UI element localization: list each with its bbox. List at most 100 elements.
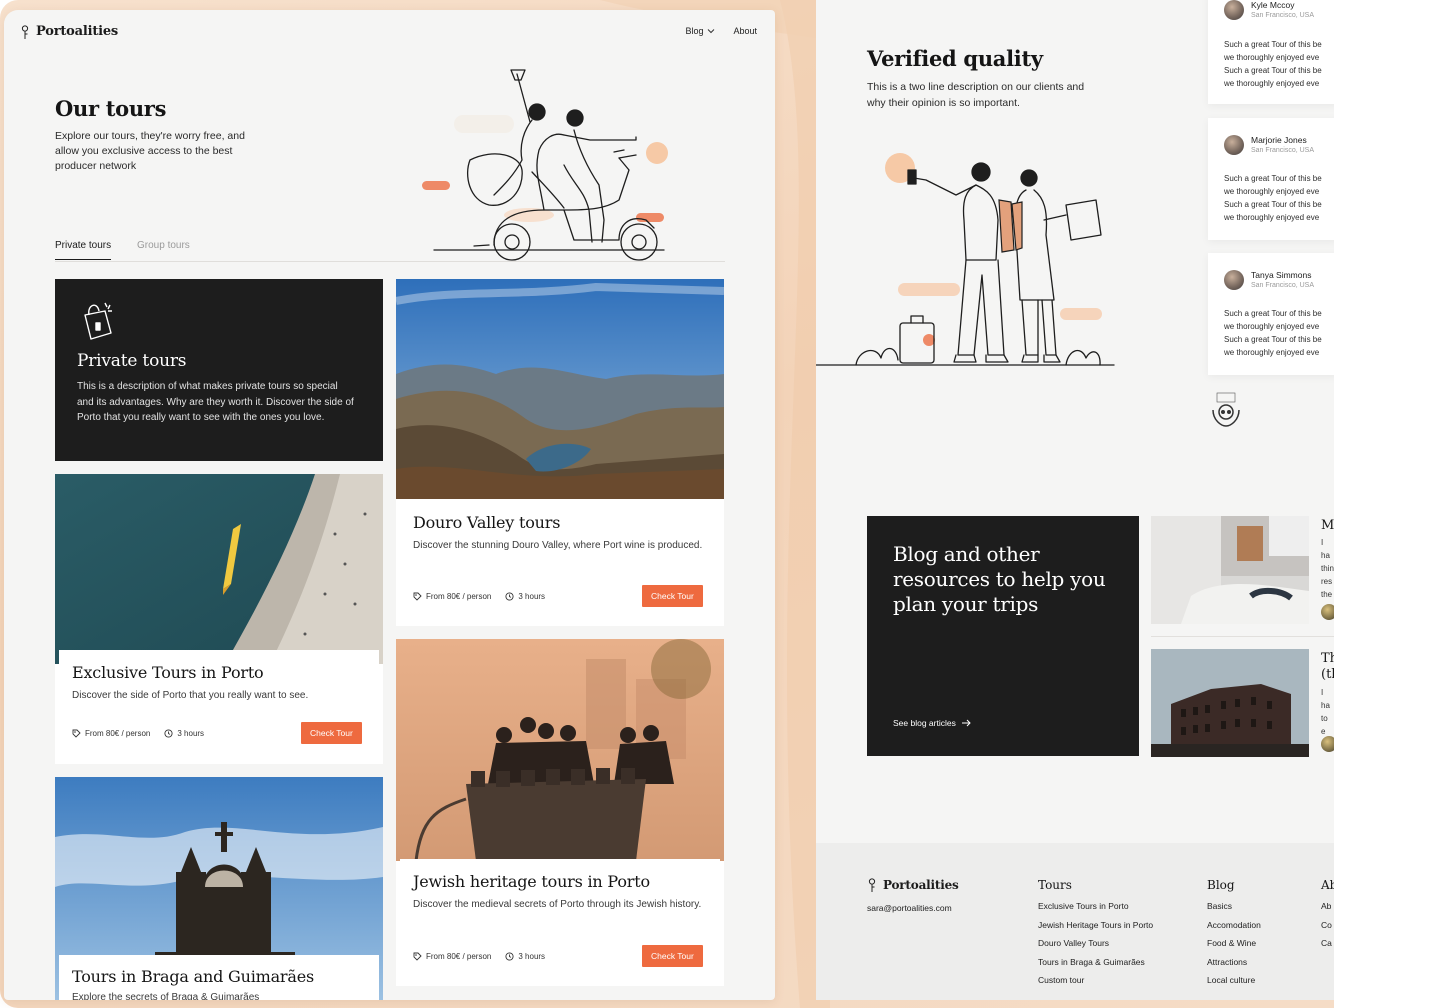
exclusive-price: From 80€ / person: [85, 729, 151, 738]
avatar: [1224, 0, 1244, 20]
check-tour-button-douro[interactable]: Check Tour: [642, 585, 703, 607]
footer-link[interactable]: Local culture: [1207, 975, 1261, 985]
exclusive-title: Exclusive Tours in Porto: [72, 663, 264, 682]
footer-column-about: Ab Ab Co Ca: [1321, 878, 1334, 957]
review-line: we thoroughly enjoyed eve: [1224, 348, 1320, 357]
douro-valley-photo: [396, 279, 724, 499]
check-tour-button-exclusive[interactable]: Check Tour: [301, 722, 362, 744]
review-line: we thoroughly enjoyed eve: [1224, 213, 1320, 222]
douro-duration: 3 hours: [518, 592, 546, 601]
jewish-title: Jewish heritage tours in Porto: [413, 872, 650, 891]
divider: [1151, 636, 1334, 637]
home-page: Verified quality This is a two line desc…: [816, 0, 1334, 1000]
avatar: [1321, 604, 1334, 620]
footer-heading: Tours: [1038, 878, 1072, 892]
review-line: we thoroughly enjoyed eve: [1224, 187, 1320, 196]
page-title: Our tours: [55, 96, 167, 121]
footer-link[interactable]: Tours in Braga & Guimarães: [1038, 957, 1153, 967]
tour-tabs: Private tours Group tours: [55, 238, 725, 262]
footer-column-tours: Tours Exclusive Tours in Porto Jewish He…: [1038, 878, 1153, 994]
verified-quality-description: This is a two line description on our cl…: [867, 81, 1085, 109]
right-margin: [1334, 0, 1440, 1008]
tour-card-douro[interactable]: Douro Valley tours Discover the stunning…: [396, 279, 724, 626]
footer: Portoalities sara@portoalities.com Tours…: [816, 843, 1334, 1000]
reviewer-location: San Francisco, USA: [1251, 147, 1315, 154]
check-tour-button-jewish[interactable]: Check Tour: [642, 945, 703, 967]
footer-link[interactable]: Douro Valley Tours: [1038, 938, 1153, 948]
private-tours-description: This is a description of what makes priv…: [77, 381, 354, 423]
review-line: Such a great Tour of this be: [1224, 66, 1322, 75]
footer-link[interactable]: Basics: [1207, 901, 1261, 911]
review-card: Marjorie Jones San Francisco, USA Such a …: [1208, 118, 1334, 240]
braga-description: Explore the secrets of Braga & Guimarães: [72, 992, 260, 1000]
footer-email[interactable]: sara@portoalities.com: [867, 903, 952, 913]
blog-side-heading: Mo: [1321, 518, 1334, 533]
tag-icon: [72, 729, 81, 738]
nav-about[interactable]: About: [733, 26, 757, 36]
review-line: Such a great Tour of this be: [1224, 40, 1322, 49]
review-line: Such a great Tour of this be: [1224, 174, 1322, 183]
blog-side-line: I ha: [1321, 538, 1330, 560]
private-tours-title: Private tours: [77, 351, 187, 371]
review-card: Kyle Mccoy San Francisco, USA Such a grea…: [1208, 0, 1334, 104]
footer-link[interactable]: Exclusive Tours in Porto: [1038, 901, 1153, 911]
footer-link[interactable]: Accomodation: [1207, 920, 1261, 930]
footer-link[interactable]: Ab: [1321, 901, 1334, 911]
blog-side-line: res: [1321, 577, 1333, 586]
porto-building-photo: [1151, 649, 1309, 757]
clock-icon: [505, 592, 514, 601]
tour-card-exclusive[interactable]: Exclusive Tours in Porto Discover the si…: [55, 474, 383, 764]
footer-column-blog: Blog Basics Accomodation Food & Wine Att…: [1207, 878, 1261, 994]
travellers-choice-badge-icon: [1212, 392, 1240, 427]
review-line: Such a great Tour of this be: [1224, 335, 1322, 344]
tab-group-tours[interactable]: Group tours: [137, 240, 190, 259]
nav-blog-label: Blog: [685, 26, 704, 36]
hotel-room-photo: [1151, 516, 1309, 624]
lock-icon: [84, 302, 112, 340]
avatar: [1321, 736, 1334, 752]
tag-icon: [413, 952, 422, 961]
tour-card-jewish[interactable]: Jewish heritage tours in Porto Discover …: [396, 639, 724, 986]
blog-thumbnail[interactable]: [1151, 649, 1309, 757]
review-line: we thoroughly enjoyed eve: [1224, 79, 1320, 88]
blog-side-line: the: [1321, 590, 1333, 599]
footer-link[interactable]: Attractions: [1207, 957, 1261, 967]
reviewer-location: San Francisco, USA: [1251, 282, 1315, 289]
jewish-info: Jewish heritage tours in Porto Discover …: [400, 859, 720, 983]
jewish-duration: 3 hours: [518, 952, 546, 961]
review-line: Such a great Tour of this be: [1224, 200, 1322, 209]
verified-quality-title: Verified quality: [867, 46, 1043, 71]
see-blog-articles-link[interactable]: See blog articles: [893, 718, 972, 728]
exclusive-duration: 3 hours: [177, 729, 205, 738]
clock-icon: [505, 952, 514, 961]
blog-promo-card: Blog and other resources to help you pla…: [867, 516, 1139, 756]
douro-title: Douro Valley tours: [413, 513, 561, 532]
footer-logo[interactable]: Portoalities: [867, 878, 959, 892]
blog-side-heading: Th: [1321, 651, 1334, 666]
review-line: Such a great Tour of this be: [1224, 309, 1322, 318]
logo-text: Portoalities: [36, 24, 119, 39]
tour-card-braga[interactable]: Tours in Braga and Guimarães Explore the…: [55, 777, 383, 1000]
footer-link[interactable]: Ca: [1321, 938, 1334, 948]
blog-side-heading: (th: [1321, 667, 1334, 682]
reviewer-name: Tanya Simmons: [1251, 270, 1312, 280]
footer-link[interactable]: Co: [1321, 920, 1334, 930]
avatar: [1224, 270, 1244, 290]
chevron-down-icon: [708, 29, 715, 34]
exclusive-description: Discover the side of Porto that you real…: [72, 690, 309, 701]
tab-private-tours[interactable]: Private tours: [55, 240, 112, 260]
reviewer-location: San Francisco, USA: [1251, 12, 1315, 19]
blog-thumbnail[interactable]: [1151, 516, 1309, 624]
arrow-right-icon: [961, 719, 971, 727]
review-line: we thoroughly enjoyed eve: [1224, 322, 1320, 331]
exclusive-info: Exclusive Tours in Porto Discover the si…: [59, 650, 379, 760]
review-line: we thoroughly enjoyed eve: [1224, 53, 1320, 62]
footer-link[interactable]: Food & Wine: [1207, 938, 1261, 948]
nav-blog[interactable]: Blog: [685, 26, 715, 36]
blog-side-line: to e: [1321, 714, 1328, 736]
site-logo[interactable]: Portoalities: [20, 24, 118, 39]
footer-link[interactable]: Custom tour: [1038, 975, 1153, 985]
footer-logo-text: Portoalities: [883, 878, 959, 892]
footer-link[interactable]: Jewish Heritage Tours in Porto: [1038, 920, 1153, 930]
tours-page: Portoalities Blog About Our tours Explor…: [4, 10, 775, 1000]
